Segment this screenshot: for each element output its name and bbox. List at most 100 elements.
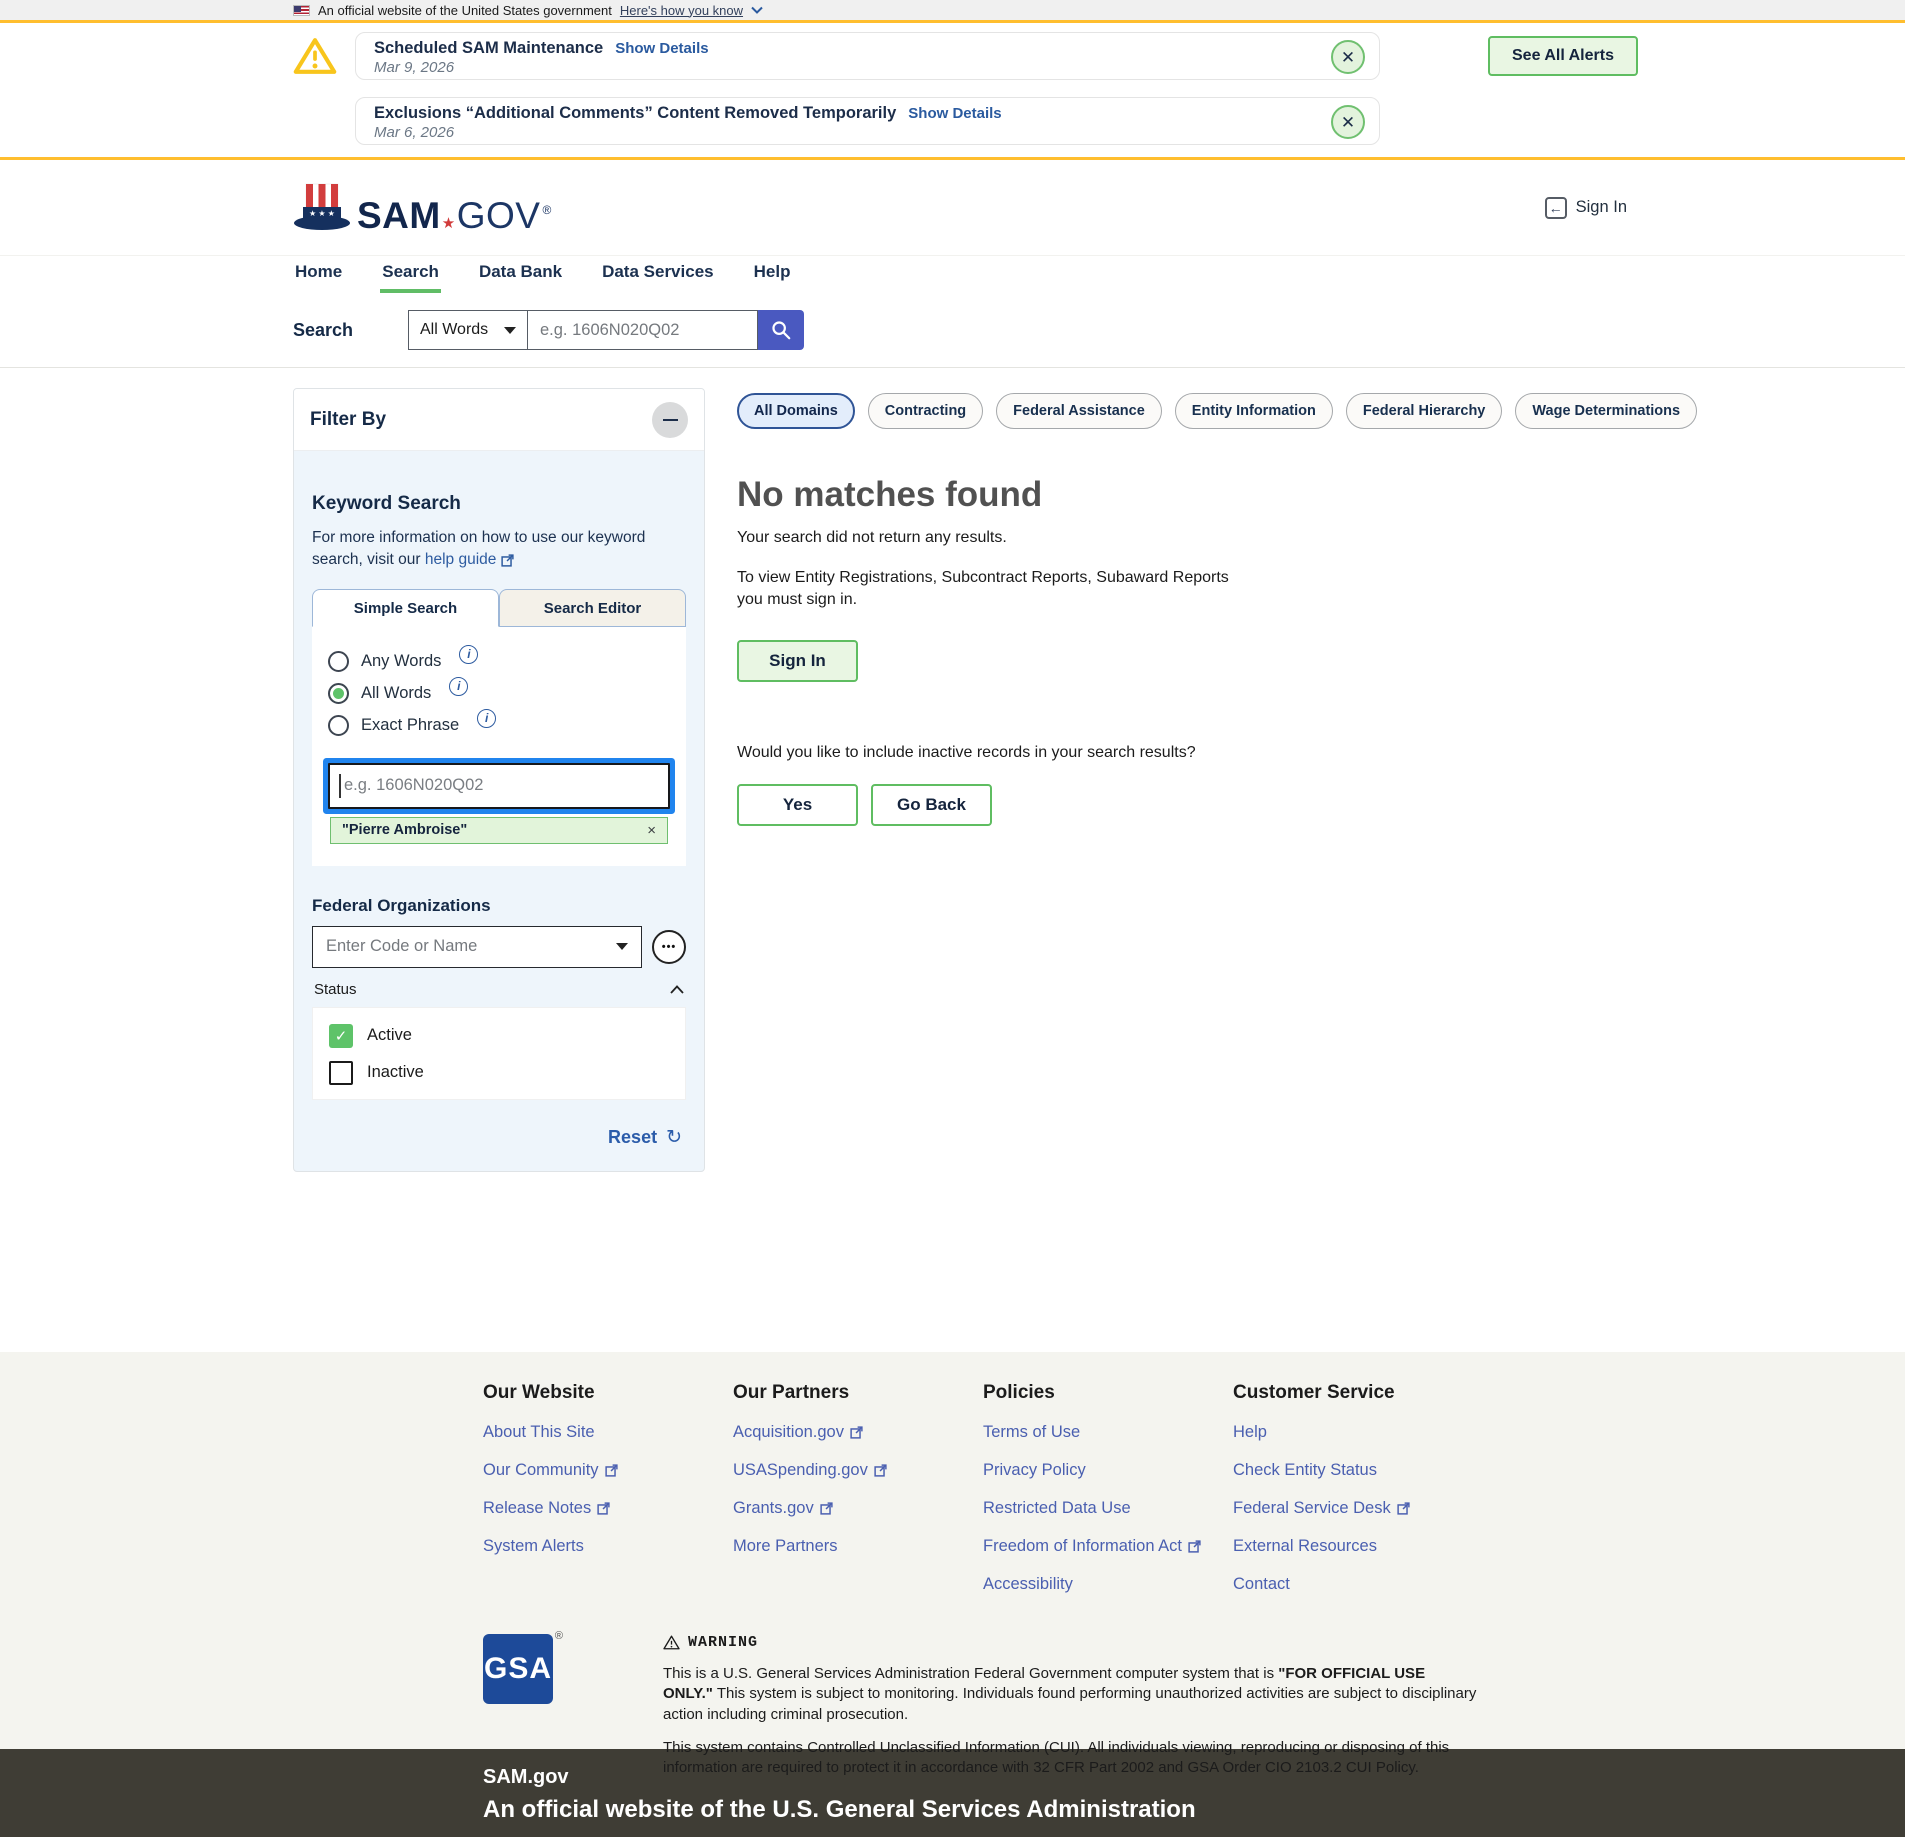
top-search-bar: Search All Words [0,293,1905,368]
registered-mark: ® [555,1630,563,1642]
domain-tab-federal-hierarchy[interactable]: Federal Hierarchy [1346,393,1503,429]
minus-icon [663,419,678,422]
sign-in-link[interactable]: ← Sign In [1545,197,1627,219]
domain-tabs: All Domains Contracting Federal Assistan… [737,393,1617,429]
domain-tab-contracting[interactable]: Contracting [868,393,983,429]
footer-link[interactable]: Release Notes [483,1499,733,1518]
footer-link[interactable]: Freedom of Information Act [983,1537,1233,1556]
keyword-tabs: Simple Search Search Editor [312,589,686,627]
footer-link[interactable]: Help [1233,1423,1483,1442]
gsa-logo-text: GSA [483,1634,553,1704]
nav-item-data-bank[interactable]: Data Bank [477,256,564,293]
search-mode-value: All Words [420,321,488,339]
chevron-up-icon [670,985,684,994]
close-icon[interactable]: ✕ [1331,40,1365,74]
reset-filters-button[interactable]: Reset [608,1127,657,1148]
tab-simple-search[interactable]: Simple Search [312,589,499,627]
footer-link[interactable]: About This Site [483,1423,733,1442]
identifier-line: An official website of the U.S. General … [483,1796,1905,1824]
nav-item-help[interactable]: Help [752,256,793,293]
footer-link-label: More Partners [733,1537,838,1556]
see-all-alerts-button[interactable]: See All Alerts [1488,36,1638,76]
federal-orgs-combobox[interactable]: Enter Code or Name [312,926,642,968]
reset-icon[interactable]: ↻ [666,1126,682,1149]
registered-mark: ® [542,204,551,216]
footer-link[interactable]: Grants.gov [733,1499,983,1518]
status-label: Status [314,981,357,998]
footer-link[interactable]: Accessibility [983,1575,1233,1594]
footer-link-label: About This Site [483,1423,595,1442]
checkbox-active[interactable]: ✓ [329,1024,353,1048]
banner-text: An official website of the United States… [318,3,612,18]
footer-link[interactable]: More Partners [733,1537,983,1556]
domain-tab-entity-information[interactable]: Entity Information [1175,393,1333,429]
footer-link[interactable]: Privacy Policy [983,1461,1233,1480]
main-content: Filter By Keyword Search For more inform… [0,368,1905,1352]
sign-in-label: Sign In [1576,198,1627,217]
site-header: ★ ★ ★ SAM ★ GOV ® ← Sign In [0,160,1905,255]
footer-link-label: Our Community [483,1461,599,1480]
footer-link[interactable]: Check Entity Status [1233,1461,1483,1480]
collapse-filters-button[interactable] [652,402,688,438]
footer-column-title: Our Partners [733,1382,983,1404]
footer-link[interactable]: Acquisition.gov [733,1423,983,1442]
brand-text: SAM ★ GOV ® [357,197,552,234]
alert-show-details-link[interactable]: Show Details [908,105,1001,122]
domain-tab-federal-assistance[interactable]: Federal Assistance [996,393,1162,429]
site-footer: Our Website About This Site Our Communit… [0,1352,1905,1749]
search-label: Search [293,320,408,341]
footer-link[interactable]: Our Community [483,1461,733,1480]
go-back-button[interactable]: Go Back [871,784,992,826]
banner-how-you-know-link[interactable]: Here's how you know [620,3,743,18]
chip-close-icon[interactable]: × [647,822,656,839]
status-options: ✓ Active Inactive [312,1007,686,1100]
footer-link[interactable]: Contact [1233,1575,1483,1594]
alert-show-details-link[interactable]: Show Details [615,40,708,57]
keyword-chip: "Pierre Ambroise" × [330,817,668,844]
radio-any-words[interactable] [328,651,349,672]
search-button[interactable] [758,310,804,350]
filter-panel: Filter By Keyword Search For more inform… [293,388,705,1172]
yes-button[interactable]: Yes [737,784,858,826]
top-search-input[interactable] [528,310,758,350]
close-icon[interactable]: ✕ [1331,105,1365,139]
info-icon[interactable]: i [459,645,478,664]
sam-gov-logo[interactable]: ★ ★ ★ SAM ★ GOV ® [293,182,552,234]
nav-item-home[interactable]: Home [293,256,344,293]
tab-search-editor[interactable]: Search Editor [499,589,686,627]
radio-exact-phrase[interactable] [328,715,349,736]
footer-link[interactable]: System Alerts [483,1537,733,1556]
footer-link[interactable]: Terms of Use [983,1423,1233,1442]
nav-item-data-services[interactable]: Data Services [600,256,716,293]
checkbox-inactive[interactable] [329,1061,353,1085]
footer-link[interactable]: Federal Service Desk [1233,1499,1483,1518]
warning-title: WARNING [688,1634,758,1651]
footer-column-our-website: Our Website About This Site Our Communit… [483,1382,733,1594]
footer-link[interactable]: External Resources [1233,1537,1483,1556]
info-icon[interactable]: i [477,709,496,728]
footer-link-label: Accessibility [983,1575,1073,1594]
alert-date: Mar 6, 2026 [374,124,1319,141]
help-guide-link[interactable]: help guide [425,549,515,571]
sign-in-button[interactable]: Sign In [737,640,858,682]
search-mode-select[interactable]: All Words [408,310,528,350]
no-results-text: Your search did not return any results. [737,529,1617,547]
radio-all-words[interactable] [328,683,349,704]
radio-any-words-label: Any Words [361,652,441,671]
status-section-header[interactable]: Status [312,981,686,998]
footer-link-label: Check Entity Status [1233,1461,1377,1480]
domain-tab-all-domains[interactable]: All Domains [737,393,855,429]
external-link-icon [850,1426,863,1439]
nav-item-search[interactable]: Search [380,256,441,293]
more-options-button[interactable]: ••• [652,930,686,964]
footer-link[interactable]: USASpending.gov [733,1461,983,1480]
keyword-chip-label: "Pierre Ambroise" [342,822,467,838]
keyword-search-input[interactable] [328,763,670,809]
footer-link-label: External Resources [1233,1537,1377,1556]
footer-column-title: Policies [983,1382,1233,1404]
uncle-sam-hat-icon: ★ ★ ★ [293,182,351,234]
dropdown-arrow-icon [504,327,516,334]
domain-tab-wage-determinations[interactable]: Wage Determinations [1515,393,1697,429]
footer-link[interactable]: Restricted Data Use [983,1499,1233,1518]
info-icon[interactable]: i [449,677,468,696]
